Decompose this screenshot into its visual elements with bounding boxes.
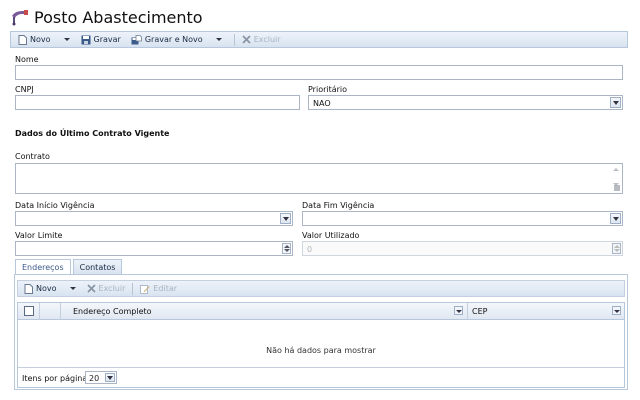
tab-enderecos[interactable]: Endereços <box>15 259 71 275</box>
endereco-novo-dropdown-caret[interactable] <box>69 287 76 290</box>
page-header: Posto Abastecimento <box>10 6 203 28</box>
valor-limite-input[interactable] <box>15 241 293 256</box>
column-divider <box>60 303 61 320</box>
prioritario-select[interactable]: NAO <box>308 95 623 110</box>
cnpj-label: CNPJ <box>15 85 34 94</box>
page-size-label: Itens por página: <box>22 374 90 383</box>
prioritario-label: Prioritário <box>308 85 348 94</box>
data-inicio-label: Data Início Vigência <box>15 201 95 210</box>
grid-header: Endereço Completo CEP <box>18 303 624 320</box>
scroll-up-icon[interactable] <box>613 168 619 171</box>
tab-contatos-label: Contatos <box>79 262 116 272</box>
nome-input[interactable] <box>15 65 623 80</box>
new-document-icon <box>24 283 33 294</box>
data-fim-input[interactable] <box>302 211 623 226</box>
tab-contatos[interactable]: Contatos <box>72 259 123 274</box>
save-icon <box>81 35 91 44</box>
cnpj-input[interactable] <box>15 95 300 110</box>
valor-utilizado-input: 0 <box>302 241 623 256</box>
grid-empty-message: Não há dados para mostrar <box>266 346 376 355</box>
chevron-down-icon[interactable] <box>610 97 621 108</box>
data-inicio-input[interactable] <box>15 211 293 226</box>
gravar-e-novo-button[interactable]: Gravar e Novo <box>128 32 206 47</box>
column-divider <box>467 303 468 320</box>
tab-strip: Endereços Contatos <box>15 259 124 275</box>
gravar-e-novo-dropdown-caret[interactable] <box>215 38 222 41</box>
endereco-novo-button[interactable]: Novo <box>21 281 60 296</box>
column-endereco-completo[interactable]: Endereço Completo <box>73 307 152 316</box>
gravar-button-label: Gravar <box>93 35 121 44</box>
endereco-editar-button[interactable]: Editar <box>137 281 180 296</box>
delete-x-icon <box>86 284 96 293</box>
chevron-down-icon[interactable] <box>280 213 291 224</box>
delete-x-icon <box>242 35 251 44</box>
endereco-excluir-button[interactable]: Excluir <box>84 281 129 296</box>
new-document-icon <box>18 34 27 45</box>
gravar-e-novo-button-label: Gravar e Novo <box>144 35 203 44</box>
nome-label: Nome <box>15 55 39 64</box>
endereco-editar-label: Editar <box>153 284 178 293</box>
excluir-button-label: Excluir <box>253 35 281 44</box>
enderecos-panel: Novo Excluir Editar Endereço Completo CE… <box>14 274 628 390</box>
valor-limite-label: Valor Limite <box>15 231 63 240</box>
novo-button[interactable]: Novo <box>15 32 54 47</box>
prioritario-value: NAO <box>313 99 331 108</box>
select-all-checkbox[interactable] <box>24 306 34 316</box>
grid-pager: Itens por página: 20 <box>18 367 624 387</box>
toolbar-separator <box>132 282 134 295</box>
gravar-button[interactable]: Gravar <box>78 32 124 47</box>
enderecos-grid: Endereço Completo CEP Não há dados para … <box>17 302 625 388</box>
chevron-down-icon[interactable] <box>105 373 115 382</box>
fuel-pump-icon <box>12 10 28 26</box>
excluir-button[interactable]: Excluir <box>239 32 284 47</box>
endereco-novo-label: Novo <box>36 284 57 293</box>
column-cep[interactable]: CEP <box>472 307 487 316</box>
enderecos-toolbar: Novo Excluir Editar <box>17 280 625 297</box>
contrato-label: Contrato <box>15 152 50 161</box>
novo-button-label: Novo <box>30 35 51 44</box>
page-title: Posto Abastecimento <box>34 7 203 27</box>
toolbar-separator <box>233 33 235 46</box>
data-fim-label: Data Fim Vigência <box>302 201 375 210</box>
page-size-select[interactable]: 20 <box>85 371 117 384</box>
column-menu-chevron-icon[interactable] <box>612 306 621 315</box>
column-divider <box>39 303 40 320</box>
spinner-icon <box>612 243 621 254</box>
valor-utilizado-label: Valor Utilizado <box>302 231 360 240</box>
section-title: Dados do Último Contrato Vigente <box>15 129 170 138</box>
novo-dropdown-caret[interactable] <box>63 38 70 41</box>
endereco-excluir-label: Excluir <box>98 284 126 293</box>
save-new-icon <box>131 34 142 44</box>
resize-grip-icon[interactable] <box>614 185 620 191</box>
tab-enderecos-label: Endereços <box>22 263 64 272</box>
edit-pencil-icon <box>140 284 151 294</box>
chevron-down-icon[interactable] <box>610 213 621 224</box>
column-menu-chevron-icon[interactable] <box>454 306 463 315</box>
contrato-textarea[interactable] <box>15 163 623 194</box>
spinner-icon[interactable] <box>282 243 291 254</box>
main-toolbar: Novo Gravar Gravar e Novo Excluir <box>10 31 628 48</box>
page-size-value: 20 <box>89 374 100 383</box>
valor-utilizado-value: 0 <box>307 245 313 254</box>
